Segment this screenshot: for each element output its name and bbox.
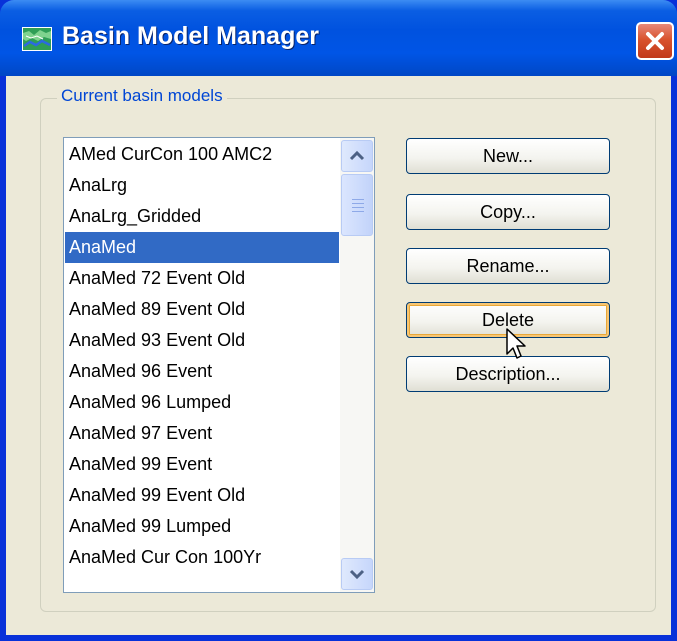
list-item[interactable]: AnaMed 97 Event — [65, 418, 339, 449]
list-item[interactable]: AnaMed 72 Event Old — [65, 263, 339, 294]
list-item[interactable]: AnaMed 99 Event Old — [65, 480, 339, 511]
grip-line — [352, 199, 364, 200]
list-item[interactable]: AnaMed 99 Lumped — [65, 511, 339, 542]
basin-map-icon — [22, 27, 52, 51]
list-item[interactable]: AnaMed 89 Event Old — [65, 294, 339, 325]
grip-line — [352, 211, 364, 212]
list-item[interactable]: AnaMed Cur Con 100Yr — [65, 542, 339, 573]
list-item-selected[interactable]: AnaMed — [65, 232, 339, 263]
mouse-pointer-icon — [506, 328, 526, 359]
grip-line — [352, 207, 364, 208]
group-legend: Current basin models — [57, 86, 227, 106]
close-icon — [646, 32, 664, 50]
list-item[interactable]: AnaMed 96 Lumped — [65, 387, 339, 418]
basin-model-manager-window: Basin Model Manager Current basin models… — [0, 0, 677, 641]
list-item[interactable]: AMed CurCon 100 AMC2 — [65, 139, 339, 170]
list-item[interactable]: AnaMed 96 Event — [65, 356, 339, 387]
scroll-up-button[interactable] — [341, 140, 373, 172]
dialog-body: Current basin models AMed CurCon 100 AMC… — [6, 76, 671, 635]
basin-models-list[interactable]: AMed CurCon 100 AMC2 AnaLrg AnaLrg_Gridd… — [63, 137, 375, 593]
list-scrollbar[interactable] — [340, 138, 374, 592]
list-item[interactable]: AnaLrg — [65, 170, 339, 201]
chevron-down-icon — [349, 569, 365, 580]
close-button[interactable] — [636, 22, 674, 60]
copy-button[interactable]: Copy... — [406, 194, 610, 230]
grip-line — [352, 203, 364, 204]
scroll-down-button[interactable] — [341, 558, 373, 590]
rename-button[interactable]: Rename... — [406, 248, 610, 284]
chevron-up-icon — [349, 150, 365, 161]
scroll-thumb[interactable] — [341, 174, 373, 236]
new-button[interactable]: New... — [406, 138, 610, 174]
window-title: Basin Model Manager — [62, 22, 319, 50]
list-item[interactable]: AnaLrg_Gridded — [65, 201, 339, 232]
list-item[interactable]: AnaMed 99 Event — [65, 449, 339, 480]
list-item[interactable]: AnaMed 93 Event Old — [65, 325, 339, 356]
title-bar[interactable]: Basin Model Manager — [0, 0, 677, 76]
